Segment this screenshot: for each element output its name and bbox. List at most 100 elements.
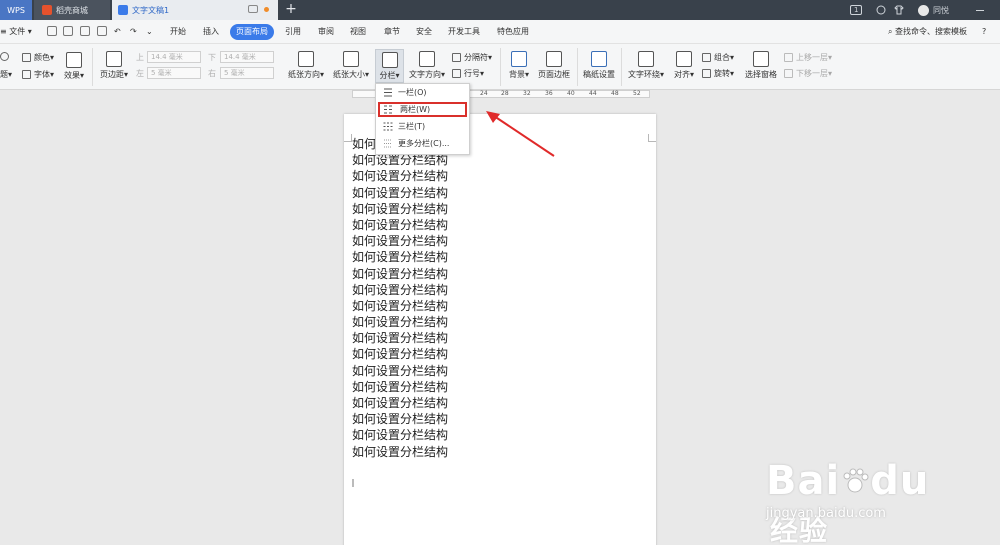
docer-icon [42, 5, 52, 15]
tab-insert[interactable]: 插入 [203, 24, 219, 40]
file-menu[interactable]: ≡ 文件 ▾ [0, 24, 32, 40]
theme-fonts-button[interactable]: 字体 ▾ [22, 69, 54, 80]
page-border-button[interactable]: 页面边框 [536, 51, 572, 80]
text-direction-label: 文字方向 [408, 70, 441, 79]
theme-colors-button[interactable]: 颜色 ▾ [22, 52, 54, 63]
align-label: 对齐 [673, 70, 690, 79]
export-pdf-icon[interactable] [63, 26, 73, 36]
columns-button[interactable]: 分栏▾ [375, 49, 404, 83]
three-column-option[interactable]: 三栏(T) [378, 119, 467, 134]
title-bar: WPS 稻壳商城 文字文稿1 + 1 同悦 [0, 0, 1000, 20]
document-line: 如何设置分栏结构 [352, 169, 449, 184]
three-column-icon [383, 122, 393, 131]
two-column-option[interactable]: 两栏(W) [378, 102, 467, 117]
text-wrap-button[interactable]: 文字环绕▾ [626, 51, 666, 80]
watermark-logo: Bai du经验 [766, 458, 930, 545]
orientation-icon [298, 51, 314, 67]
undo-icon[interactable]: ↶ [114, 24, 121, 40]
text-direction-button[interactable]: 文字方向▾ [406, 51, 448, 80]
print-preview-icon[interactable] [97, 26, 107, 36]
ruler-tick: 36 [545, 90, 553, 97]
print-icon[interactable] [80, 26, 90, 36]
left-margin-field[interactable]: 5 毫米 [147, 67, 201, 79]
document-line: 如何设置分栏结构 [352, 217, 449, 232]
right-margin-field[interactable]: 5 毫米 [220, 67, 274, 79]
document-line: 如何设置分栏结构 [352, 396, 449, 410]
bring-forward-label: 上移一层 [796, 53, 828, 62]
tab-docer-store[interactable]: 稻壳商城 [34, 0, 110, 20]
more-columns-option[interactable]: 更多分栏(C)... [378, 136, 467, 151]
breaks-button[interactable]: 分隔符 ▾ [452, 52, 492, 63]
three-column-label: 三栏(T) [398, 122, 426, 131]
skin-icon[interactable] [876, 3, 886, 17]
rotate-button[interactable]: 旋转 ▾ [702, 68, 734, 79]
tab-security[interactable]: 安全 [416, 24, 432, 40]
tab-developer[interactable]: 开发工具 [448, 24, 480, 40]
help-icon[interactable]: ? [982, 24, 986, 40]
document-line: 如何设置分栏结构 [352, 428, 449, 443]
line-numbers-button[interactable]: 行号 ▾ [452, 68, 484, 79]
margin-corner-mark [344, 134, 352, 142]
user-account[interactable]: 同悦 [918, 3, 949, 17]
tab-home[interactable]: 开始 [170, 24, 186, 40]
background-button[interactable]: 背景▾ [505, 51, 533, 80]
text-direction-icon [419, 51, 435, 67]
quick-access-more-icon[interactable]: ⌄ [146, 24, 153, 40]
paper-size-button[interactable]: 纸张大小▾ [330, 51, 372, 80]
document-line: 如何设置分栏结构 [352, 331, 449, 346]
redo-icon[interactable]: ↷ [130, 24, 137, 40]
paragraph-mark [352, 479, 354, 487]
ribbon-separator [621, 48, 622, 86]
document-line: 如何设置分栏结构 [352, 444, 449, 459]
annotation-arrow-icon [486, 111, 555, 157]
text-wrap-label: 文字环绕 [627, 70, 660, 79]
document-line: 如何设置分栏结构 [352, 315, 449, 330]
margins-icon [106, 51, 122, 67]
tab-view[interactable]: 视图 [350, 24, 366, 40]
document-page[interactable]: 如何 如何设置分栏结构 如何设置分栏结构 如何设置分栏结构 如何设置分栏结构 如何设置分栏… [344, 114, 656, 545]
align-button[interactable]: 对齐▾ [671, 51, 697, 80]
margins-button[interactable]: 页边距▾ [98, 51, 130, 80]
document-body[interactable]: 如何 如何设置分栏结构 如何设置分栏结构 如何设置分栏结构 如何设置分栏结构 如何设置分栏… [352, 136, 448, 460]
minimize-icon[interactable] [976, 3, 984, 17]
theme-menu[interactable]: 题 ▾ [0, 69, 12, 80]
tab-wps[interactable]: WPS [0, 0, 32, 20]
bring-forward-button[interactable]: 上移一层 ▾ [784, 52, 832, 63]
effects-icon [66, 52, 82, 68]
two-column-icon [384, 105, 392, 114]
orientation-label: 纸张方向 [287, 70, 320, 79]
tab-special[interactable]: 特色应用 [497, 24, 529, 40]
top-margin-field[interactable]: 14.4 毫米 [147, 51, 201, 63]
unsaved-dot-icon [264, 7, 269, 12]
document-line: 如何设置分栏结构 [352, 412, 449, 427]
paper-setup-button[interactable]: 稿纸设置 [582, 51, 616, 80]
orientation-button[interactable]: 纸张方向▾ [286, 51, 326, 80]
paper-size-label: 纸张大小 [332, 70, 365, 79]
group-button[interactable]: 组合 ▾ [702, 52, 734, 63]
window-count-badge[interactable]: 1 [850, 3, 863, 17]
theme-effects-button[interactable]: 效果▾ [62, 52, 86, 81]
bottom-margin-field[interactable]: 14.4 毫米 [220, 51, 274, 63]
theme-menu-label: 题 [0, 70, 8, 79]
ribbon-separator [92, 48, 93, 86]
tab-page-layout[interactable]: 页面布局 [230, 24, 274, 40]
tab-chapter[interactable]: 章节 [384, 24, 400, 40]
background-icon [511, 51, 527, 67]
tab-wps-label: WPS [7, 5, 25, 15]
command-search[interactable]: ⌕ 查找命令、搜索模板 [888, 24, 967, 40]
tab-comment-icon[interactable] [248, 5, 258, 13]
one-column-option[interactable]: 一栏(O) [378, 85, 467, 100]
shirt-icon[interactable] [894, 3, 904, 17]
search-icon: ⌕ [888, 27, 893, 36]
send-backward-button[interactable]: 下移一层 ▾ [784, 68, 832, 79]
theme-icon[interactable] [0, 52, 12, 61]
document-line: 如何设置分栏结构 [352, 298, 449, 313]
tab-document[interactable]: 文字文稿1 [112, 0, 278, 20]
selection-pane-button[interactable]: 选择窗格 [744, 51, 778, 80]
save-icon[interactable] [47, 26, 57, 36]
theme-fonts-label: 字体 [34, 70, 50, 79]
ruler-tick: 52 [633, 90, 641, 97]
new-tab-button[interactable]: + [284, 0, 298, 20]
tab-review[interactable]: 审阅 [318, 24, 334, 40]
tab-references[interactable]: 引用 [285, 24, 301, 40]
